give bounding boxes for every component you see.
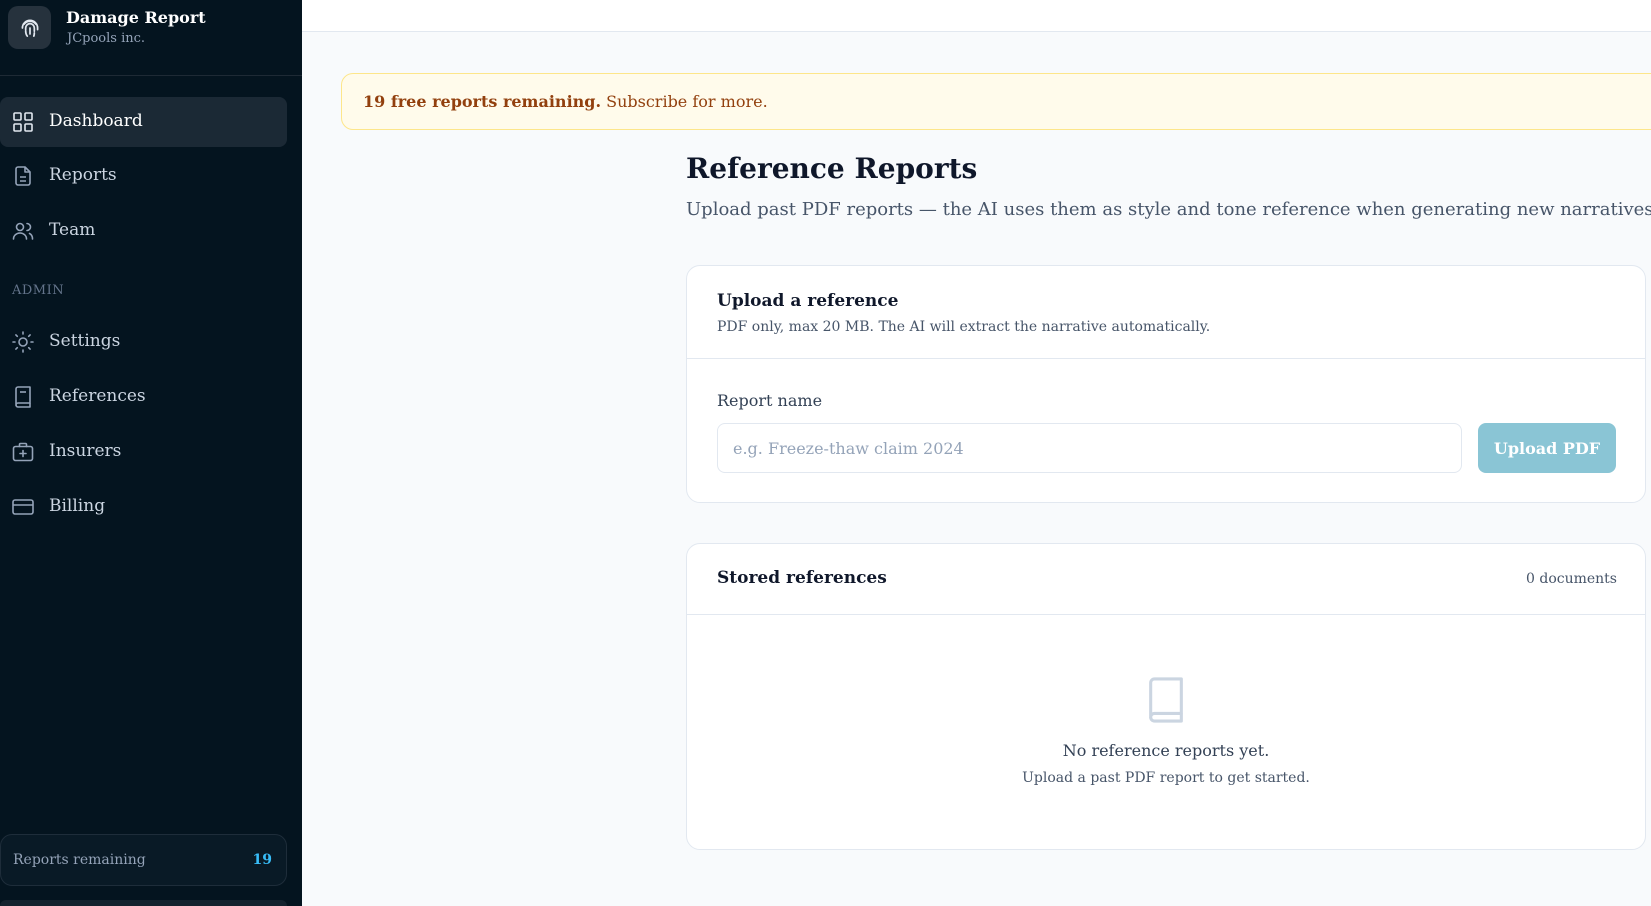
grid-icon — [13, 112, 33, 132]
banner-subscribe-text[interactable]: Subscribe for more. — [601, 92, 768, 111]
stored-card-title: Stored references — [717, 568, 887, 588]
brand-header: Damage Report JCpools inc. — [0, 0, 302, 76]
credit-card-icon — [12, 499, 34, 515]
sidebar-item-reports[interactable]: Reports — [0, 151, 287, 201]
admin-section-label: ADMIN — [12, 283, 65, 298]
reports-remaining-widget: Reports remaining 19 — [0, 834, 287, 886]
upload-card-title: Upload a reference — [717, 291, 899, 311]
stored-references-card: Stored references 0 documents No referen… — [686, 543, 1646, 850]
briefcase-plus-icon — [12, 442, 34, 462]
card-divider — [687, 614, 1645, 615]
sidebar-item-insurers[interactable]: Insurers — [0, 427, 287, 477]
upload-card-subtitle: PDF only, max 20 MB. The AI will extract… — [717, 319, 1211, 335]
reports-remaining-count: 19 — [252, 852, 272, 868]
free-reports-banner: 19 free reports remaining. Subscribe for… — [341, 73, 1651, 130]
sidebar-item-dashboard[interactable]: Dashboard — [0, 97, 287, 147]
upload-pdf-button[interactable]: Upload PDF — [1478, 423, 1616, 473]
book-icon — [15, 386, 31, 408]
users-icon — [12, 222, 34, 240]
sidebar-item-billing[interactable]: Billing — [0, 482, 287, 532]
sidebar-item-label: Dashboard — [49, 111, 143, 131]
banner-text: 19 free reports remaining. Subscribe for… — [363, 92, 768, 111]
empty-state-title: No reference reports yet. — [1062, 741, 1270, 760]
sidebar-item-label: References — [49, 386, 146, 406]
sidebar-item-settings[interactable]: Settings — [0, 317, 287, 367]
empty-state-subtitle: Upload a past PDF report to get started. — [1022, 770, 1310, 786]
sidebar-item-label: Insurers — [49, 441, 122, 461]
sidebar-item-team[interactable]: Team — [0, 206, 287, 256]
fingerprint-icon[interactable] — [8, 6, 51, 49]
top-bar — [302, 0, 1651, 32]
brand-subtitle: JCpools inc. — [67, 31, 146, 46]
sidebar-item-label: Reports — [49, 165, 117, 185]
page-title: Reference Reports — [686, 152, 978, 185]
page-subtitle: Upload past PDF reports — the AI uses th… — [686, 199, 1651, 220]
book-icon — [1149, 677, 1183, 723]
sun-icon — [12, 331, 34, 353]
report-name-label: Report name — [717, 391, 823, 410]
sidebar: Damage Report JCpools inc. Dashboard Rep… — [0, 0, 302, 906]
sidebar-item-label: Billing — [49, 496, 106, 516]
upload-reference-card: Upload a reference PDF only, max 20 MB. … — [686, 265, 1646, 503]
brand-title: Damage Report — [66, 8, 206, 27]
card-divider — [687, 358, 1645, 359]
report-name-input[interactable] — [717, 423, 1462, 473]
sidebar-bottom-strip — [0, 900, 287, 906]
sidebar-item-label: Team — [49, 220, 96, 240]
sidebar-item-label: Settings — [49, 331, 121, 351]
file-icon — [15, 166, 31, 186]
document-count: 0 documents — [1526, 571, 1617, 587]
sidebar-item-references[interactable]: References — [0, 372, 287, 422]
reports-remaining-label: Reports remaining — [13, 852, 146, 868]
banner-bold-text: 19 free reports remaining. — [363, 92, 602, 111]
